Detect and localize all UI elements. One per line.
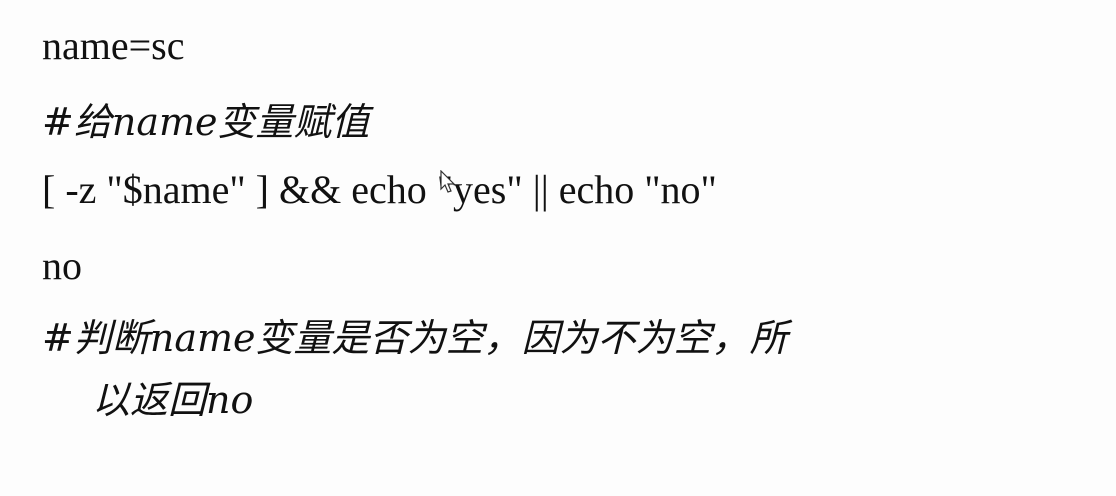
test-command-line: [ -z "$name" ] && echo "yes" || echo "no… xyxy=(42,167,717,212)
assign-comment: #给name变量赋值 xyxy=(42,100,370,144)
test-comment-line-2: 以返回no xyxy=(92,378,254,422)
slide-canvas: name=sc #给name变量赋值 [ -z "$name" ] && ech… xyxy=(0,0,1116,496)
test-comment-line-1: #判断name变量是否为空，因为不为空，所 xyxy=(42,316,788,360)
output-line: no xyxy=(42,243,82,288)
mouse-pointer-icon xyxy=(440,170,456,193)
assign-line: name=sc xyxy=(42,23,185,68)
